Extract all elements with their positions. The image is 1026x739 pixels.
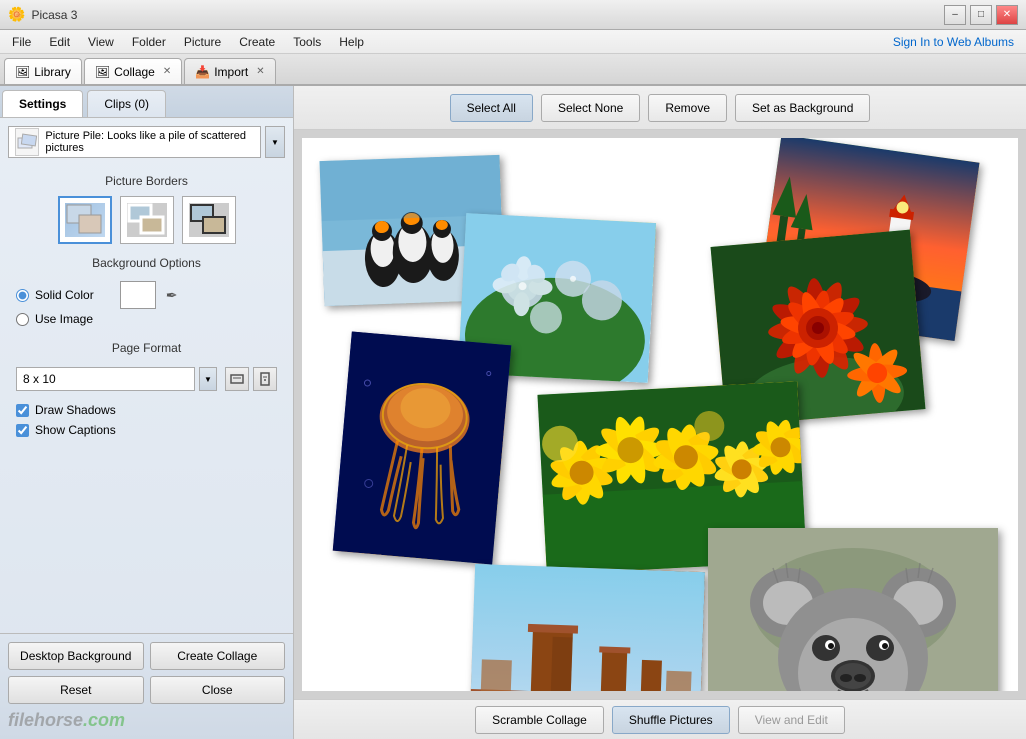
maximize-button[interactable]: □	[970, 5, 992, 25]
close-panel-button[interactable]: Close	[150, 676, 286, 704]
style-icon	[15, 128, 39, 156]
tab-bar: 🖼 Library 🖼 Collage ✕ 📥 Import ✕	[0, 54, 1026, 86]
right-panel: Select All Select None Remove Set as Bac…	[294, 86, 1026, 739]
left-panel: Settings Clips (0) Picture Pile: Looks l…	[0, 86, 294, 739]
page-format-label: Page Format	[0, 341, 293, 355]
color-swatch[interactable]	[120, 281, 156, 309]
app-title: Picasa 3	[31, 8, 77, 22]
solid-color-label: Solid Color	[35, 288, 94, 302]
panel-bottom: Desktop Background Create Collage Reset …	[0, 633, 293, 739]
app-icon: 🌼	[8, 6, 25, 23]
menu-picture[interactable]: Picture	[176, 33, 229, 51]
menu-bar: File Edit View Folder Picture Create Too…	[0, 30, 1026, 54]
tab-collage-label: Collage	[114, 65, 155, 79]
title-bar-content: 🌼 Picasa 3	[8, 6, 77, 23]
tab-library-label: Library	[34, 65, 71, 79]
bottom-toolbar: Scramble Collage Shuffle Pictures View a…	[294, 699, 1026, 739]
menu-help[interactable]: Help	[331, 33, 372, 51]
tab-import-label: Import	[214, 65, 248, 79]
draw-shadows-checkbox[interactable]	[16, 404, 29, 417]
photo-jellyfish[interactable]	[333, 331, 512, 564]
tab-import[interactable]: 📥 Import ✕	[184, 58, 275, 84]
spacer	[0, 440, 293, 633]
scramble-collage-button[interactable]: Scramble Collage	[475, 706, 604, 734]
collage-toolbar: Select All Select None Remove Set as Bac…	[294, 86, 1026, 130]
collage-icon: 🖼	[95, 65, 110, 79]
close-button[interactable]: ✕	[996, 5, 1018, 25]
primary-btns: Desktop Background Create Collage	[8, 642, 285, 670]
import-icon: 📥	[195, 65, 210, 79]
menu-edit[interactable]: Edit	[41, 33, 78, 51]
collage-canvas	[302, 138, 1018, 691]
create-collage-button[interactable]: Create Collage	[150, 642, 286, 670]
format-icons	[225, 367, 277, 391]
show-captions-label: Show Captions	[35, 423, 116, 437]
page-format-row: 8 x 10 ▼	[16, 367, 277, 391]
photo-desert[interactable]	[469, 564, 705, 691]
show-captions-row: Show Captions	[16, 423, 277, 437]
use-image-row: Use Image	[16, 312, 277, 326]
tab-collage[interactable]: 🖼 Collage ✕	[84, 58, 182, 84]
window-controls: – □ ✕	[944, 5, 1018, 25]
borders-options	[0, 192, 293, 248]
tab-settings[interactable]: Settings	[2, 90, 83, 117]
border-option-white[interactable]	[120, 196, 174, 244]
reset-button[interactable]: Reset	[8, 676, 144, 704]
menu-folder[interactable]: Folder	[124, 33, 174, 51]
sign-in-link[interactable]: Sign In to Web Albums	[893, 35, 1014, 49]
eyedropper-icon[interactable]: ✒	[166, 287, 178, 304]
page-format-select[interactable]: 8 x 10	[16, 367, 195, 391]
bg-options-label: Background Options	[0, 256, 293, 270]
title-bar: 🌼 Picasa 3 – □ ✕	[0, 0, 1026, 30]
tab-import-close[interactable]: ✕	[256, 66, 264, 77]
watermark-area: filehorse.com	[8, 710, 285, 731]
style-select[interactable]: Picture Pile: Looks like a pile of scatt…	[8, 126, 261, 158]
view-and-edit-button[interactable]: View and Edit	[738, 706, 845, 734]
menu-tools[interactable]: Tools	[285, 33, 329, 51]
use-image-label: Use Image	[35, 312, 93, 326]
secondary-btns: Reset Close	[8, 676, 285, 704]
panel-tabs: Settings Clips (0)	[0, 86, 293, 118]
menu-file[interactable]: File	[4, 33, 39, 51]
desktop-background-button[interactable]: Desktop Background	[8, 642, 144, 670]
watermark-text: filehorse.com	[8, 710, 125, 730]
border-option-none[interactable]	[58, 196, 112, 244]
photo-koala[interactable]	[708, 528, 998, 691]
style-dropdown-row: Picture Pile: Looks like a pile of scatt…	[8, 126, 285, 158]
select-all-button[interactable]: Select All	[450, 94, 533, 122]
use-image-radio[interactable]	[16, 313, 29, 326]
page-format-value: 8 x 10	[23, 372, 56, 386]
solid-color-row: Solid Color ✒	[16, 281, 277, 309]
menu-create[interactable]: Create	[231, 33, 283, 51]
tab-clips[interactable]: Clips (0)	[87, 90, 166, 117]
landscape-icon[interactable]	[225, 367, 249, 391]
draw-shadows-row: Draw Shadows	[16, 403, 277, 417]
select-none-button[interactable]: Select None	[541, 94, 640, 122]
show-captions-checkbox[interactable]	[16, 424, 29, 437]
library-icon: 🖼	[15, 65, 30, 79]
page-format-arrow[interactable]: ▼	[199, 367, 217, 391]
solid-color-radio[interactable]	[16, 289, 29, 302]
style-dropdown-arrow[interactable]: ▼	[265, 126, 285, 158]
menu-items: File Edit View Folder Picture Create Too…	[4, 33, 372, 51]
tab-library[interactable]: 🖼 Library	[4, 58, 82, 84]
remove-button[interactable]: Remove	[648, 94, 727, 122]
portrait-icon[interactable]	[253, 367, 277, 391]
main-area: Settings Clips (0) Picture Pile: Looks l…	[0, 86, 1026, 739]
draw-shadows-label: Draw Shadows	[35, 403, 116, 417]
border-option-dark[interactable]	[182, 196, 236, 244]
menu-view[interactable]: View	[80, 33, 122, 51]
minimize-button[interactable]: –	[944, 5, 966, 25]
bg-options: Solid Color ✒ Use Image	[0, 274, 293, 333]
borders-label: Picture Borders	[0, 174, 293, 188]
set-as-background-button[interactable]: Set as Background	[735, 94, 870, 122]
tab-collage-close[interactable]: ✕	[163, 66, 171, 77]
shuffle-pictures-button[interactable]: Shuffle Pictures	[612, 706, 730, 734]
style-value: Picture Pile: Looks like a pile of scatt…	[45, 130, 254, 154]
